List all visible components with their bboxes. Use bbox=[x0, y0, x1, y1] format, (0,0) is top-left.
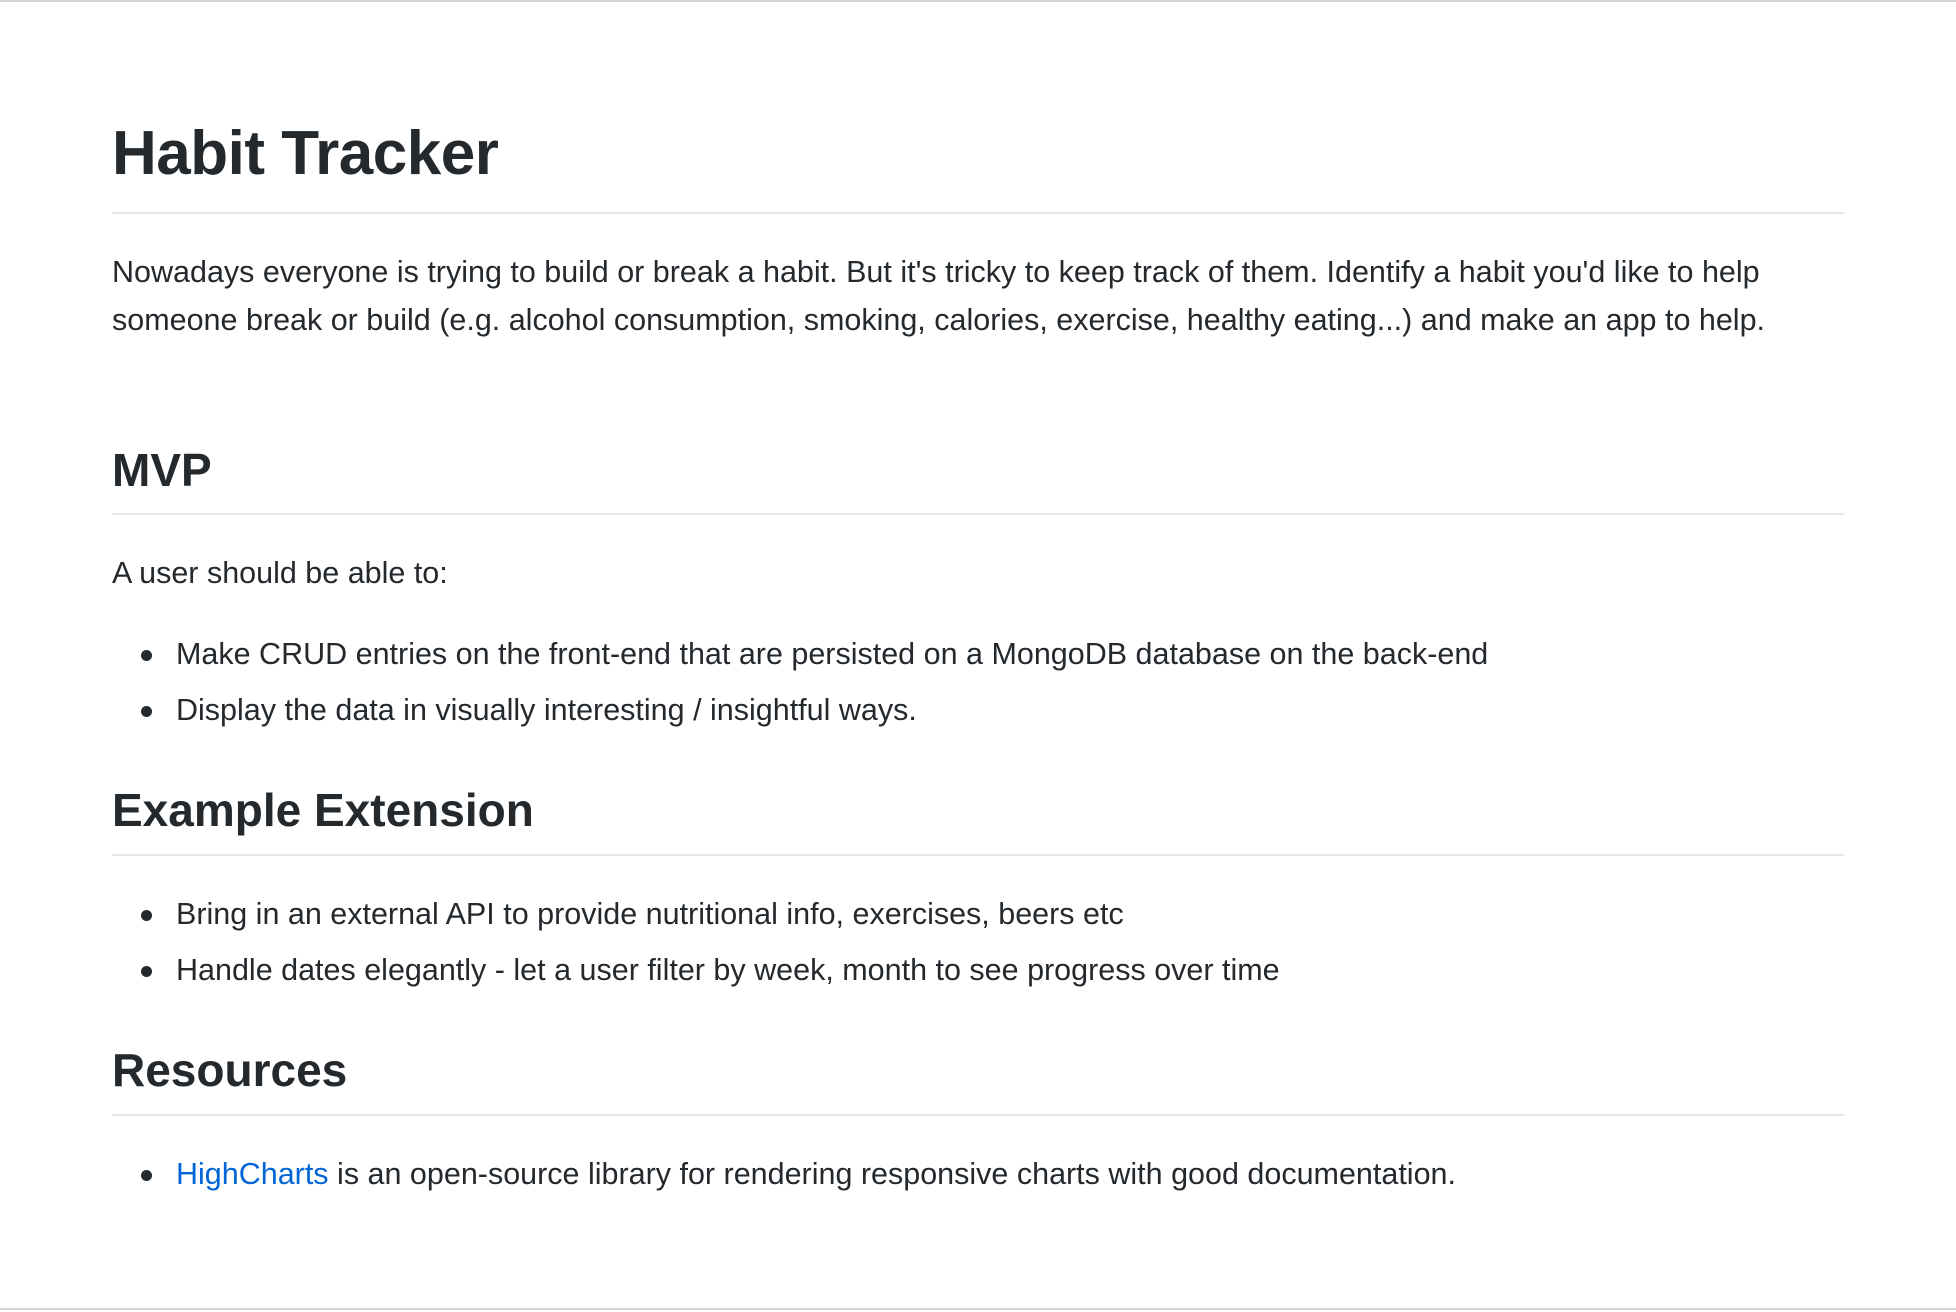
list-item: Make CRUD entries on the front-end that … bbox=[112, 630, 1844, 686]
top-border bbox=[0, 0, 1956, 2]
resources-list: HighCharts is an open-source library for… bbox=[112, 1150, 1844, 1206]
bullet-icon bbox=[141, 706, 152, 717]
mvp-lead: A user should be able to: bbox=[112, 556, 448, 590]
list-item: HighCharts is an open-source library for… bbox=[112, 1150, 1844, 1206]
extension-list: Bring in an external API to provide nutr… bbox=[112, 890, 1844, 1002]
mvp-divider bbox=[112, 513, 1844, 515]
bottom-border bbox=[0, 1308, 1956, 1310]
intro-paragraph: Nowadays everyone is trying to build or … bbox=[112, 255, 1766, 337]
bullet-icon bbox=[141, 650, 152, 661]
page-title: Habit Tracker bbox=[112, 119, 499, 188]
resources-divider bbox=[112, 1114, 1844, 1116]
list-item: Handle dates elegantly - let a user filt… bbox=[112, 946, 1844, 1002]
title-divider bbox=[112, 212, 1844, 214]
mvp-heading: MVP bbox=[112, 444, 212, 496]
list-item: Display the data in visually interesting… bbox=[112, 686, 1844, 742]
extension-heading: Example Extension bbox=[112, 784, 534, 836]
highcharts-link[interactable]: HighCharts bbox=[176, 1157, 329, 1191]
list-item-text: is an open-source library for rendering … bbox=[328, 1157, 1456, 1191]
bullet-icon bbox=[141, 1170, 152, 1181]
extension-divider bbox=[112, 854, 1844, 856]
bullet-icon bbox=[141, 910, 152, 921]
mvp-list: Make CRUD entries on the front-end that … bbox=[112, 630, 1844, 742]
bullet-icon bbox=[141, 966, 152, 977]
list-item-text: Handle dates elegantly - let a user filt… bbox=[176, 953, 1280, 987]
resources-heading: Resources bbox=[112, 1044, 348, 1096]
list-item-text: Bring in an external API to provide nutr… bbox=[176, 897, 1124, 931]
list-item: Bring in an external API to provide nutr… bbox=[112, 890, 1844, 946]
list-item-text: Display the data in visually interesting… bbox=[176, 693, 917, 727]
list-item-text: Make CRUD entries on the front-end that … bbox=[176, 637, 1489, 671]
